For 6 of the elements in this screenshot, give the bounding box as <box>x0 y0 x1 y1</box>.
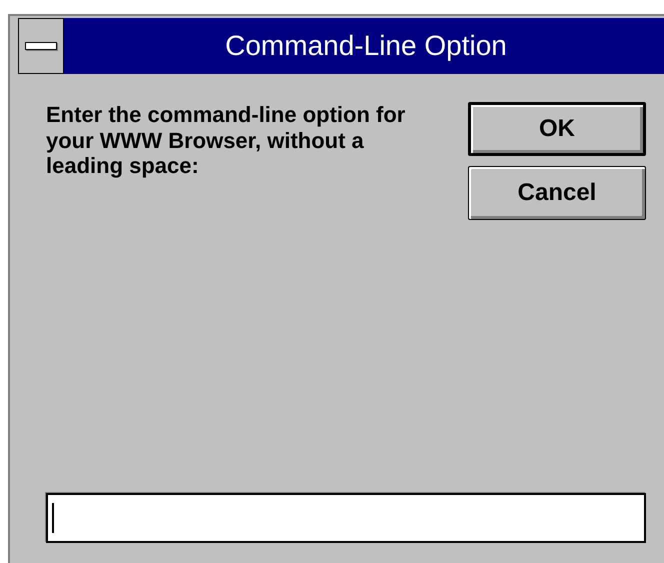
input-field[interactable] <box>46 493 646 543</box>
prompt-text: Enter the command-line option for your WWW Browser, without a leading space: <box>46 102 406 180</box>
system-menu-button[interactable] <box>18 18 64 74</box>
cancel-button[interactable]: Cancel <box>468 166 646 220</box>
window-title: Command-Line Option <box>224 30 508 62</box>
ok-button[interactable]: OK <box>468 102 646 156</box>
